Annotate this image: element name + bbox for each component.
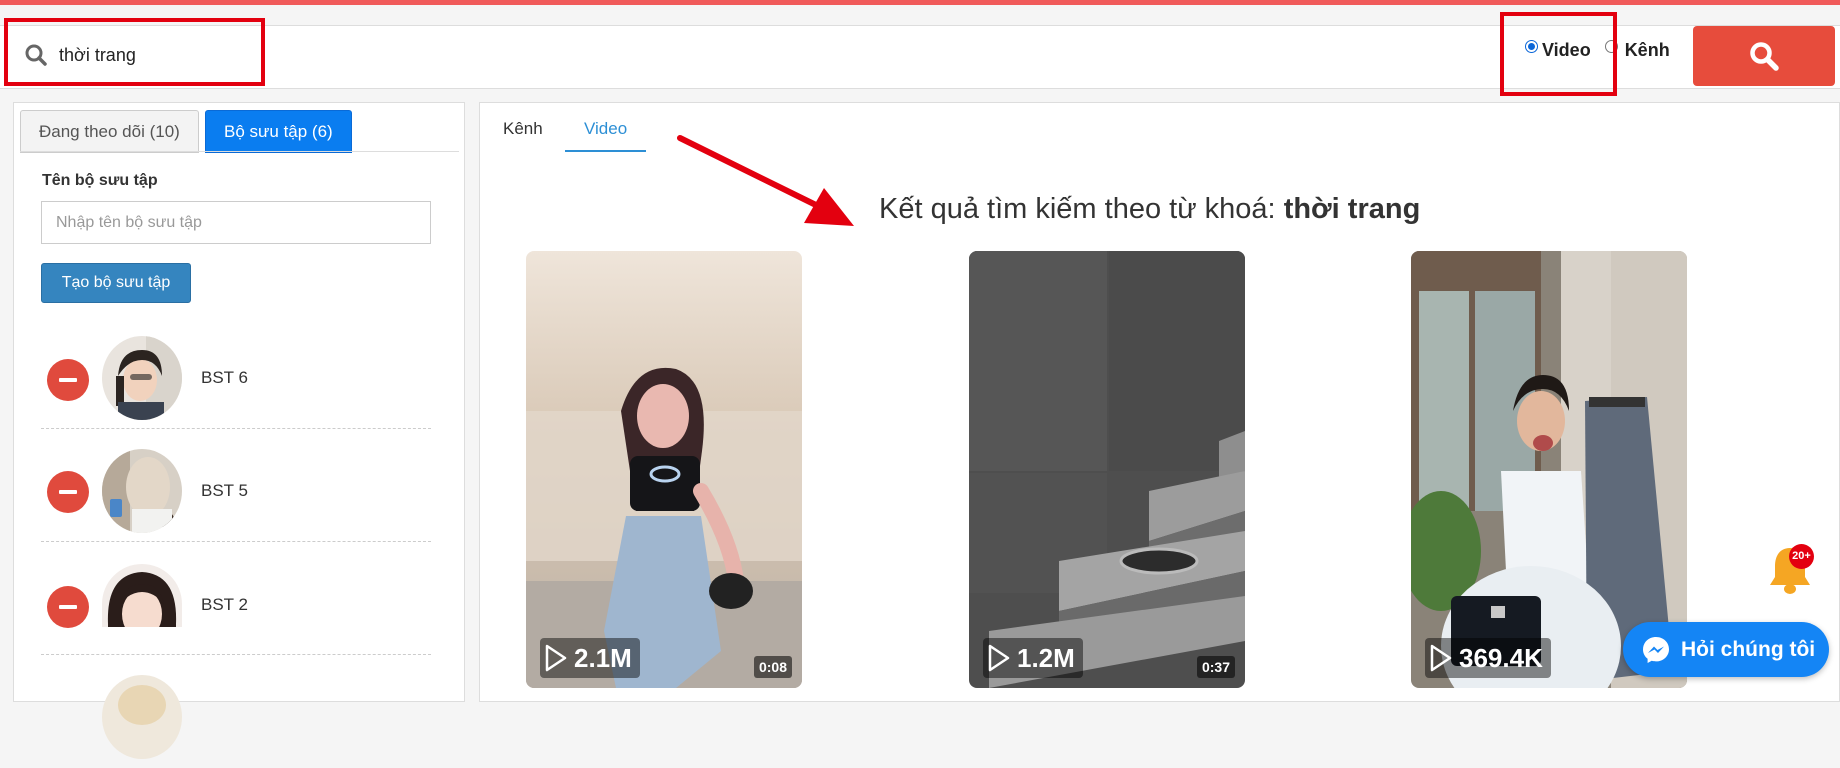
active-tab-underline [565, 150, 646, 152]
annotation-arrow [677, 135, 854, 226]
tab-channels[interactable]: Kênh [503, 119, 543, 139]
play-icon [545, 644, 567, 672]
collection-name[interactable]: BST 6 [201, 368, 248, 388]
view-count-text: 2.1M [574, 642, 632, 673]
tab-divider [20, 151, 459, 152]
video-duration: 0:08 [753, 656, 792, 678]
top-accent-bar [0, 0, 1840, 5]
chat-support-label[interactable]: Hỏi chúng tôi [1681, 638, 1815, 662]
tab-following[interactable]: Đang theo dõi (10) [20, 110, 199, 153]
heading-keyword: thời trang [1283, 193, 1421, 225]
search-input-highlight-box [4, 18, 265, 86]
search-icon [1750, 42, 1779, 71]
video-thumbnail [969, 251, 1245, 688]
tab-videos[interactable]: Video [584, 119, 627, 139]
tab-collections[interactable]: Bộ sưu tập (6) [205, 110, 352, 153]
remove-collection-button[interactable] [47, 586, 89, 628]
view-count: 2.1M [540, 638, 640, 678]
play-icon [988, 644, 1010, 672]
radio-channel-label[interactable]: Kênh [1625, 40, 1670, 61]
collection-row: BST 2 [41, 542, 431, 655]
search-button[interactable] [1693, 26, 1835, 86]
search-type-highlight-box [1500, 12, 1617, 96]
video-duration: 0:37 [1196, 656, 1235, 678]
collection-name[interactable]: BST 5 [201, 481, 248, 501]
video-thumbnail [526, 251, 802, 688]
avatar[interactable] [102, 675, 182, 759]
chat-support-button[interactable]: Hỏi chúng tôi [1623, 622, 1829, 677]
play-icon [1430, 644, 1452, 672]
avatar[interactable] [102, 336, 182, 420]
messenger-icon [1643, 636, 1669, 663]
video-card[interactable]: 2.1M 0:08 [526, 251, 802, 688]
collection-name-input[interactable] [41, 201, 431, 244]
collection-name-label: Tên bộ sưu tập [42, 172, 158, 189]
avatar[interactable] [102, 564, 182, 627]
video-card[interactable]: 1.2M 0:37 [969, 251, 1245, 688]
create-collection-button[interactable]: Tạo bộ sưu tập [41, 263, 191, 303]
search-results-heading: Kết quả tìm kiếm theo từ khoá: thời tran… [879, 193, 1420, 226]
collection-name[interactable]: BST 2 [201, 595, 248, 615]
view-count: 369.4K [1425, 638, 1551, 678]
view-count-text: 369.4K [1459, 642, 1543, 673]
collection-row: BST 6 [41, 316, 431, 429]
view-count: 1.2M [983, 638, 1083, 678]
remove-collection-button[interactable] [47, 359, 89, 401]
notification-badge: 20+ [1789, 544, 1814, 569]
avatar[interactable] [102, 449, 182, 533]
heading-prefix: Kết quả tìm kiếm theo từ khoá: [879, 193, 1276, 225]
remove-collection-button[interactable] [47, 471, 89, 513]
view-count-text: 1.2M [1017, 642, 1075, 673]
collection-row: BST 5 [41, 429, 431, 542]
collection-row [41, 655, 431, 768]
